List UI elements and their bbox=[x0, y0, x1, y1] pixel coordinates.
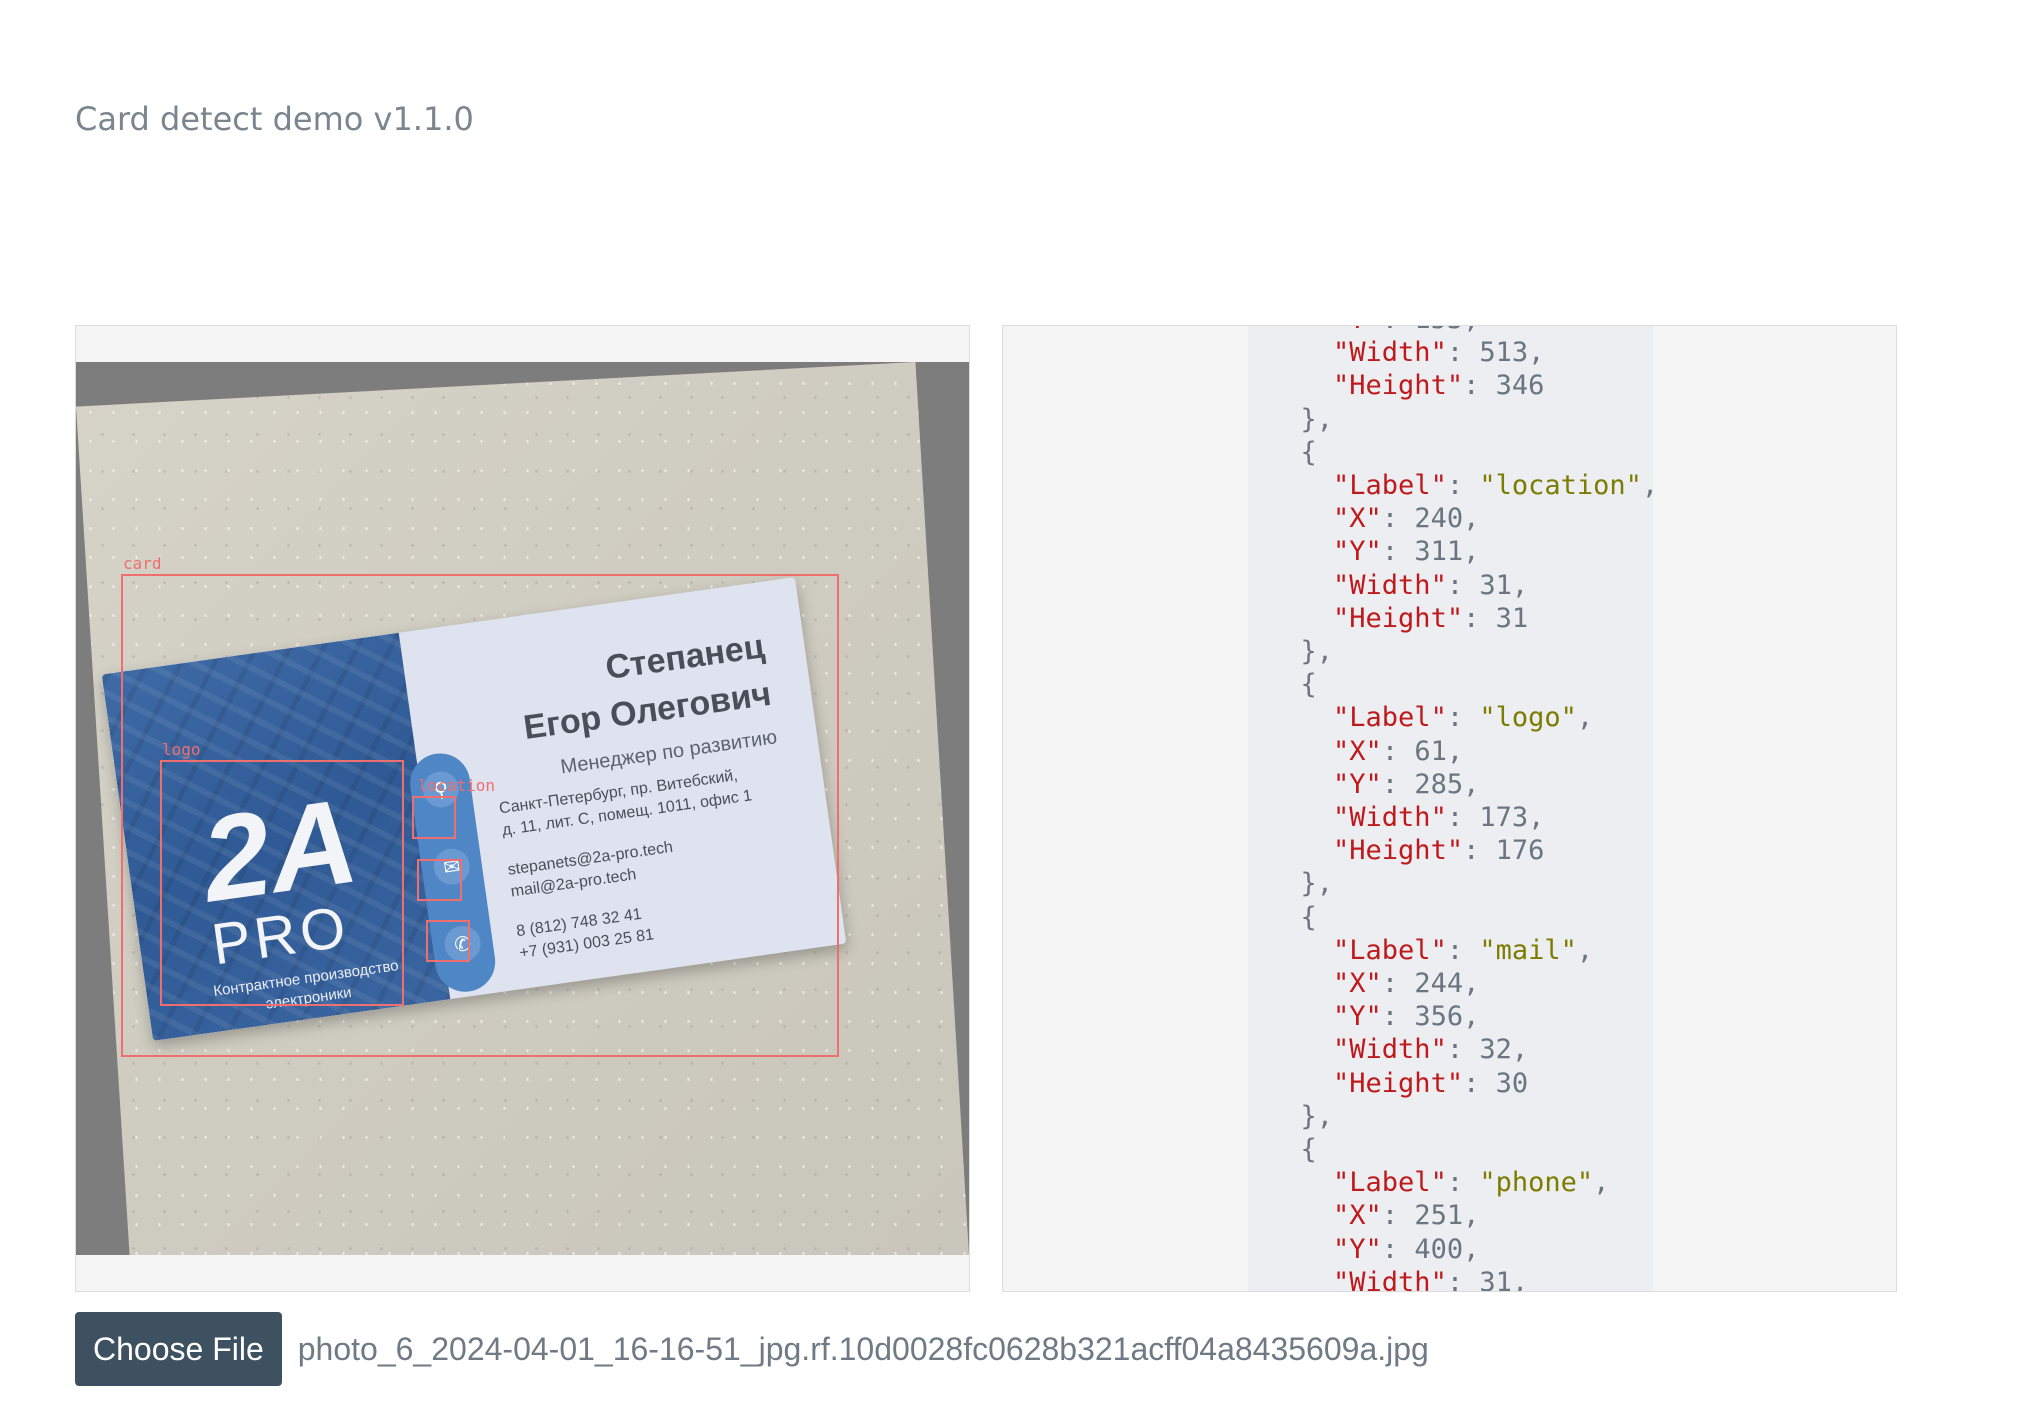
json-line: { bbox=[1268, 901, 1317, 933]
app-title: Card detect demo v1.1.0 bbox=[75, 100, 474, 138]
bbox-mail bbox=[417, 859, 462, 901]
json-line: }, bbox=[1268, 868, 1334, 900]
json-line: "Label": "mail", bbox=[1333, 934, 1594, 966]
annotated-photo: 2A PRO Контрактное производство электрон… bbox=[76, 362, 969, 1255]
json-line: }, bbox=[1268, 403, 1334, 435]
json-line: "Y": 400, bbox=[1333, 1233, 1480, 1265]
bbox-logo: logo bbox=[160, 740, 404, 1006]
json-line: "Width": 31, bbox=[1333, 569, 1529, 601]
selected-file-name: photo_6_2024-04-01_16-16-51_jpg.rf.10d00… bbox=[297, 1330, 1429, 1367]
json-line: "X": 251, bbox=[1333, 1200, 1480, 1232]
bbox-label-location: location bbox=[418, 776, 496, 795]
json-line: "Y": 153, bbox=[1268, 326, 1653, 336]
json-line: "X": 61, bbox=[1333, 735, 1464, 767]
bbox-label-card: card bbox=[123, 554, 162, 573]
json-code-block[interactable]: "Y": 153, "Width": 513, "Height": 346 },… bbox=[1248, 326, 1654, 1292]
json-line: "Label": "phone", bbox=[1333, 1167, 1610, 1199]
json-output-panel[interactable]: "Y": 153, "Width": 513, "Height": 346 },… bbox=[1002, 325, 1897, 1292]
json-line: "Y": 356, bbox=[1333, 1001, 1480, 1033]
json-line: "X": 244, bbox=[1333, 968, 1480, 1000]
json-line: "Label": "logo", bbox=[1333, 702, 1594, 734]
choose-file-button[interactable]: Choose File bbox=[75, 1312, 282, 1386]
bbox-label-logo: logo bbox=[162, 740, 201, 759]
json-line: }, bbox=[1268, 636, 1334, 668]
json-line: "Height": 30 bbox=[1333, 1067, 1529, 1099]
json-line: "X": 240, bbox=[1333, 503, 1480, 535]
json-line: "Height": 176 bbox=[1333, 835, 1545, 867]
json-line: { bbox=[1268, 669, 1317, 701]
json-line: "Label": "location", bbox=[1333, 470, 1653, 502]
bbox-phone bbox=[426, 920, 470, 962]
bbox-location: location bbox=[412, 776, 495, 839]
json-line: "Y": 285, bbox=[1333, 768, 1480, 800]
json-line: "Height": 31 bbox=[1333, 602, 1529, 634]
json-text: "Y": 153, "Width": 513, "Height": 346 },… bbox=[1268, 326, 1654, 1292]
json-line: "Width": 173, bbox=[1333, 802, 1545, 834]
json-line: { bbox=[1268, 1134, 1317, 1166]
json-line: }, bbox=[1268, 1100, 1334, 1132]
json-line: "Width": 31, bbox=[1333, 1266, 1529, 1292]
image-preview-panel: 2A PRO Контрактное производство электрон… bbox=[75, 325, 970, 1292]
json-line: { bbox=[1268, 436, 1317, 468]
json-line: "Width": 32, bbox=[1333, 1034, 1529, 1066]
json-line: "Height": 346 bbox=[1333, 370, 1545, 402]
file-input-row: Choose File photo_6_2024-04-01_16-16-51_… bbox=[75, 1312, 1429, 1386]
json-line: "Y": 311, bbox=[1333, 536, 1480, 568]
json-line: "Width": 513, bbox=[1333, 337, 1545, 369]
